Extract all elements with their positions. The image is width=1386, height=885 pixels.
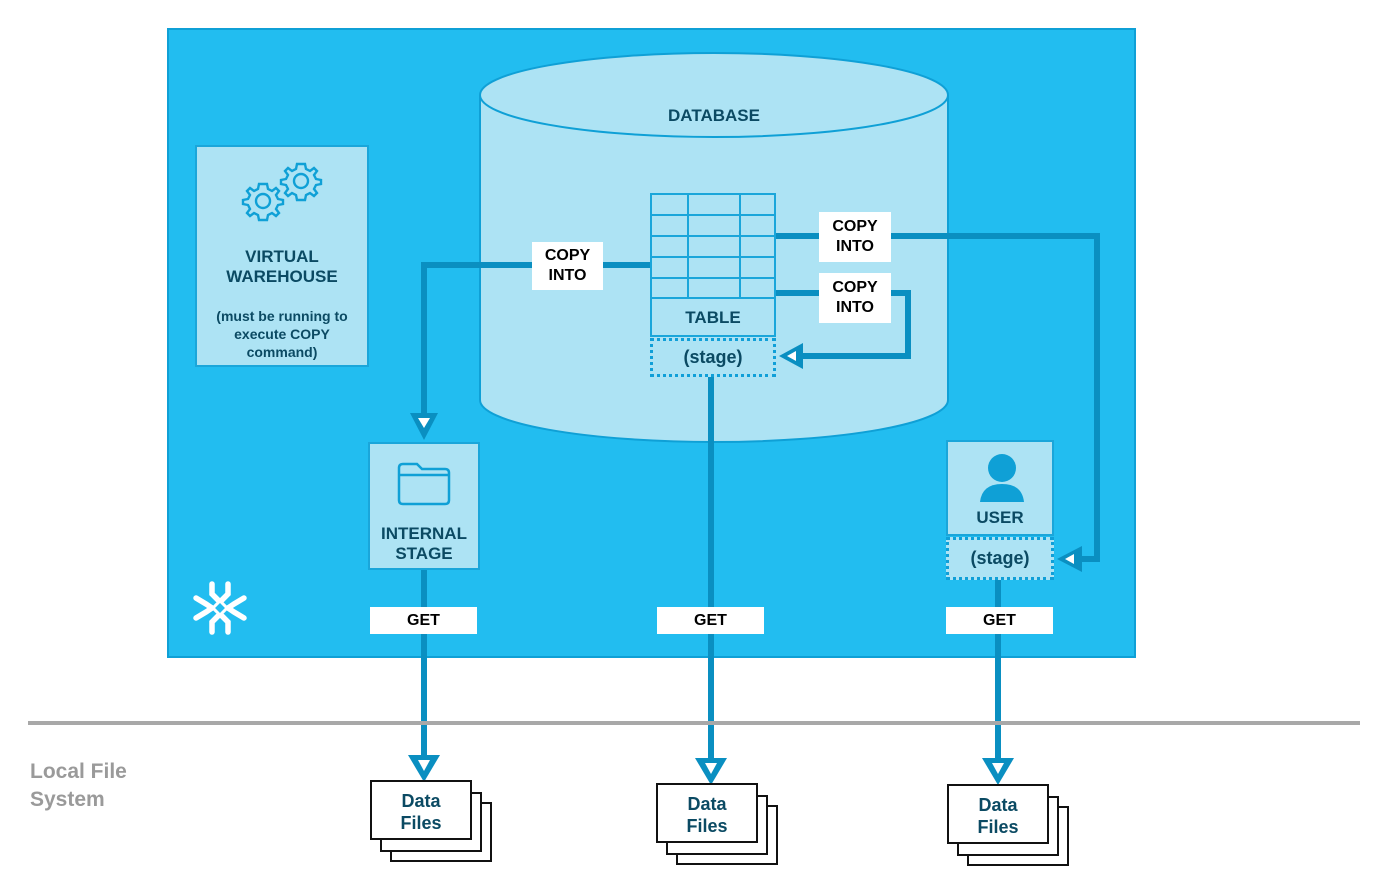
data-files-stack-1[interactable]: Data Files [370,780,494,864]
copy-into-internal-label: COPY INTO [532,242,603,290]
data-files-line2: Files [686,816,728,836]
copy-into-line1: COPY [832,218,878,235]
data-files-line2: Files [400,813,442,833]
data-files-stack-3[interactable]: Data Files [947,784,1071,868]
data-files-line1: Data [401,791,441,811]
get-internal-label: GET [370,607,477,634]
local-file-system-label: Local File System [30,758,127,814]
local-boundary-divider [28,721,1360,725]
flow-connectors [408,233,1100,785]
snowflake-icon [193,581,247,635]
data-files-line2: Files [977,817,1019,837]
copy-into-line1: COPY [832,279,878,296]
copy-into-line2: INTO [836,238,874,255]
get-table-label: GET [657,607,764,634]
copy-into-line1: COPY [544,247,591,264]
copy-into-table-stage-label: COPY INTO [819,273,891,323]
data-files-line1: Data [687,794,727,814]
copy-into-line2: INTO [836,299,874,316]
data-files-stack-2[interactable]: Data Files [656,783,780,867]
local-file-system-line1: Local File [30,760,127,783]
data-files-line1: Data [978,795,1018,815]
get-user-label: GET [946,607,1053,634]
local-file-system-line2: System [30,788,105,811]
copy-into-user-label: COPY INTO [819,212,891,262]
copy-into-line2: INTO [548,267,587,284]
